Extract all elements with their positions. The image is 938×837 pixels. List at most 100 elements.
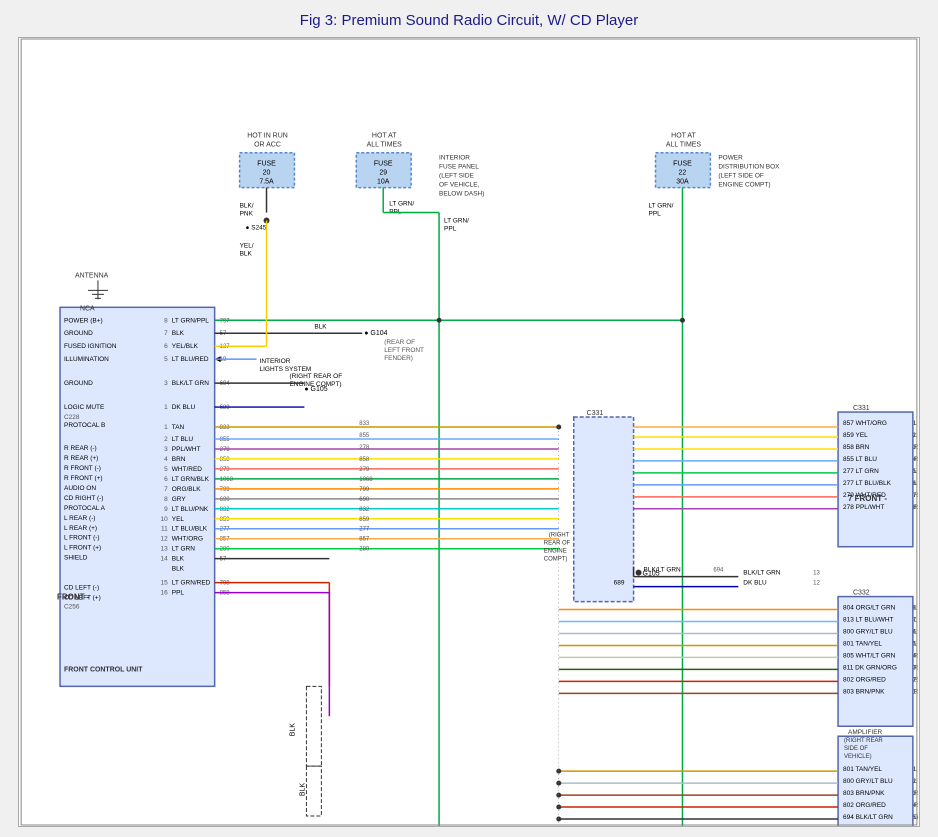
svg-text:LIGHTS SYSTEM: LIGHTS SYSTEM — [260, 366, 312, 373]
svg-text:5: 5 — [164, 466, 168, 473]
svg-text:BLK: BLK — [314, 323, 327, 330]
svg-text:AUDIO ON: AUDIO ON — [64, 485, 96, 492]
svg-text:858: 858 — [220, 591, 231, 597]
svg-text:FUSE: FUSE — [374, 161, 393, 168]
svg-text:YEL/BLK: YEL/BLK — [172, 343, 199, 350]
svg-text:VEHICLE): VEHICLE) — [844, 754, 872, 760]
svg-text:12: 12 — [161, 536, 169, 543]
svg-text:694 BLK/LT GRN: 694 BLK/LT GRN — [843, 814, 893, 821]
svg-text:15: 15 — [161, 580, 169, 587]
svg-text:BLK: BLK — [299, 783, 306, 797]
svg-text:REAR OF: REAR OF — [544, 541, 571, 547]
svg-text:803 BRN/PNK: 803 BRN/PNK — [843, 688, 885, 695]
svg-text:(LEFT SIDE: (LEFT SIDE — [439, 173, 474, 180]
svg-text:22: 22 — [679, 170, 687, 177]
svg-text:14: 14 — [161, 556, 169, 563]
svg-text:7 FRONT -: 7 FRONT - — [848, 494, 887, 503]
svg-text:BLK: BLK — [172, 556, 185, 563]
svg-text:HOT AT: HOT AT — [671, 133, 696, 140]
svg-text:802 ORG/RED: 802 ORG/RED — [843, 676, 886, 683]
svg-text:800 GRY/LT BLU: 800 GRY/LT BLU — [843, 778, 893, 785]
svg-text:30A: 30A — [676, 179, 689, 186]
svg-text:LT GRN/PPL: LT GRN/PPL — [172, 317, 210, 324]
svg-text:57: 57 — [220, 331, 227, 337]
svg-text:(RIGHT REAR OF: (RIGHT REAR OF — [289, 373, 342, 380]
svg-text:FRONT -: FRONT - — [57, 593, 90, 602]
svg-text:HOT IN RUN: HOT IN RUN — [247, 133, 288, 140]
svg-text:833: 833 — [359, 421, 370, 427]
svg-text:LT GRN/BLK: LT GRN/BLK — [172, 476, 210, 483]
svg-text:SIDE OF: SIDE OF — [844, 746, 868, 752]
svg-text:3: 3 — [164, 380, 168, 387]
svg-text:278 PPL/WHT: 278 PPL/WHT — [843, 504, 884, 511]
svg-text:PPL: PPL — [649, 211, 662, 218]
svg-text:BLK/LT GRN: BLK/LT GRN — [172, 380, 209, 387]
page-title: Fig 3: Premium Sound Radio Circuit, W/ C… — [0, 0, 938, 37]
svg-text:7: 7 — [164, 330, 168, 337]
svg-text:CD LEFT (-): CD LEFT (-) — [64, 585, 99, 592]
svg-text:855: 855 — [220, 437, 231, 443]
svg-text:813 LT BLU/WHT: 813 LT BLU/WHT — [843, 617, 893, 624]
svg-text:137: 137 — [220, 344, 231, 350]
svg-text:8: 8 — [164, 496, 168, 503]
svg-text:1068: 1068 — [220, 477, 234, 483]
svg-text:29: 29 — [379, 170, 387, 177]
svg-text:LT GRN/: LT GRN/ — [444, 218, 469, 225]
svg-text:R FRONT (-): R FRONT (-) — [64, 465, 101, 472]
svg-text:BLK: BLK — [172, 566, 185, 573]
svg-text:277: 277 — [359, 527, 370, 533]
svg-text:HOT AT: HOT AT — [372, 133, 397, 140]
svg-text:● G105: ● G105 — [304, 386, 327, 393]
svg-text:ALL TIMES: ALL TIMES — [367, 142, 403, 149]
svg-text:FRONT CONTROL UNIT: FRONT CONTROL UNIT — [64, 666, 143, 673]
svg-text:20: 20 — [263, 170, 271, 177]
svg-text:1068: 1068 — [359, 477, 373, 483]
svg-text:ENGINE COMPT): ENGINE COMPT) — [718, 182, 770, 189]
svg-text:BLK/LT GRN: BLK/LT GRN — [743, 570, 780, 577]
svg-text:LT BLU/PNK: LT BLU/PNK — [172, 506, 209, 513]
svg-text:8: 8 — [164, 317, 168, 324]
svg-text:BLK: BLK — [289, 723, 296, 737]
svg-text:INTERIOR: INTERIOR — [260, 358, 291, 365]
svg-text:BLK: BLK — [240, 250, 253, 257]
svg-text:DK BLU: DK BLU — [172, 404, 196, 411]
svg-text:L REAR (-): L REAR (-) — [64, 515, 95, 522]
svg-text:WHT/RED: WHT/RED — [172, 466, 203, 473]
svg-text:POWER (B+): POWER (B+) — [64, 317, 103, 324]
svg-text:277 LT GRN: 277 LT GRN — [843, 468, 879, 475]
svg-text:800 GRY/LT BLU: 800 GRY/LT BLU — [843, 628, 893, 635]
svg-text:BRN: BRN — [172, 456, 186, 463]
svg-text:C332: C332 — [853, 590, 870, 597]
svg-text:690: 690 — [220, 497, 231, 503]
svg-text:855 LT BLU: 855 LT BLU — [843, 456, 877, 463]
svg-text:2: 2 — [164, 436, 168, 443]
svg-text:BELOW DASH): BELOW DASH) — [439, 191, 484, 198]
svg-text:ENGINE: ENGINE — [544, 549, 567, 555]
svg-text:LT GRN/RED: LT GRN/RED — [172, 580, 211, 587]
svg-text:832: 832 — [359, 507, 370, 513]
svg-text:57: 57 — [220, 557, 227, 563]
svg-text:6: 6 — [164, 343, 168, 350]
svg-text:BLK/: BLK/ — [240, 203, 254, 210]
svg-text:GROUND: GROUND — [64, 330, 93, 337]
svg-text:YEL/: YEL/ — [240, 242, 254, 249]
svg-text:WHT/ORG: WHT/ORG — [172, 536, 203, 543]
diagram-container: HOT IN RUN OR ACC FUSE 20 7.5A HOT AT AL… — [18, 37, 920, 827]
svg-text:DK BLU: DK BLU — [743, 580, 767, 587]
svg-text:BLK/LT GRN: BLK/LT GRN — [644, 567, 681, 574]
svg-text:● G104: ● G104 — [364, 330, 387, 337]
svg-text:689: 689 — [614, 580, 625, 587]
svg-text:L FRONT (+): L FRONT (+) — [64, 545, 101, 552]
svg-text:NCA: NCA — [80, 305, 95, 312]
svg-text:C228: C228 — [64, 414, 80, 421]
svg-text:PROTOCAL B: PROTOCAL B — [64, 422, 105, 429]
svg-text:(LEFT SIDE OF: (LEFT SIDE OF — [718, 173, 764, 180]
svg-text:R FRONT (+): R FRONT (+) — [64, 475, 103, 482]
svg-text:FUSE PANEL: FUSE PANEL — [439, 164, 479, 171]
svg-text:10: 10 — [161, 516, 169, 523]
svg-text:832: 832 — [220, 507, 231, 513]
svg-text:805 WHT/LT GRN: 805 WHT/LT GRN — [843, 652, 896, 659]
svg-text:ILLUMINATION: ILLUMINATION — [64, 356, 109, 363]
svg-text:278: 278 — [359, 445, 370, 451]
svg-text:9: 9 — [164, 506, 168, 513]
